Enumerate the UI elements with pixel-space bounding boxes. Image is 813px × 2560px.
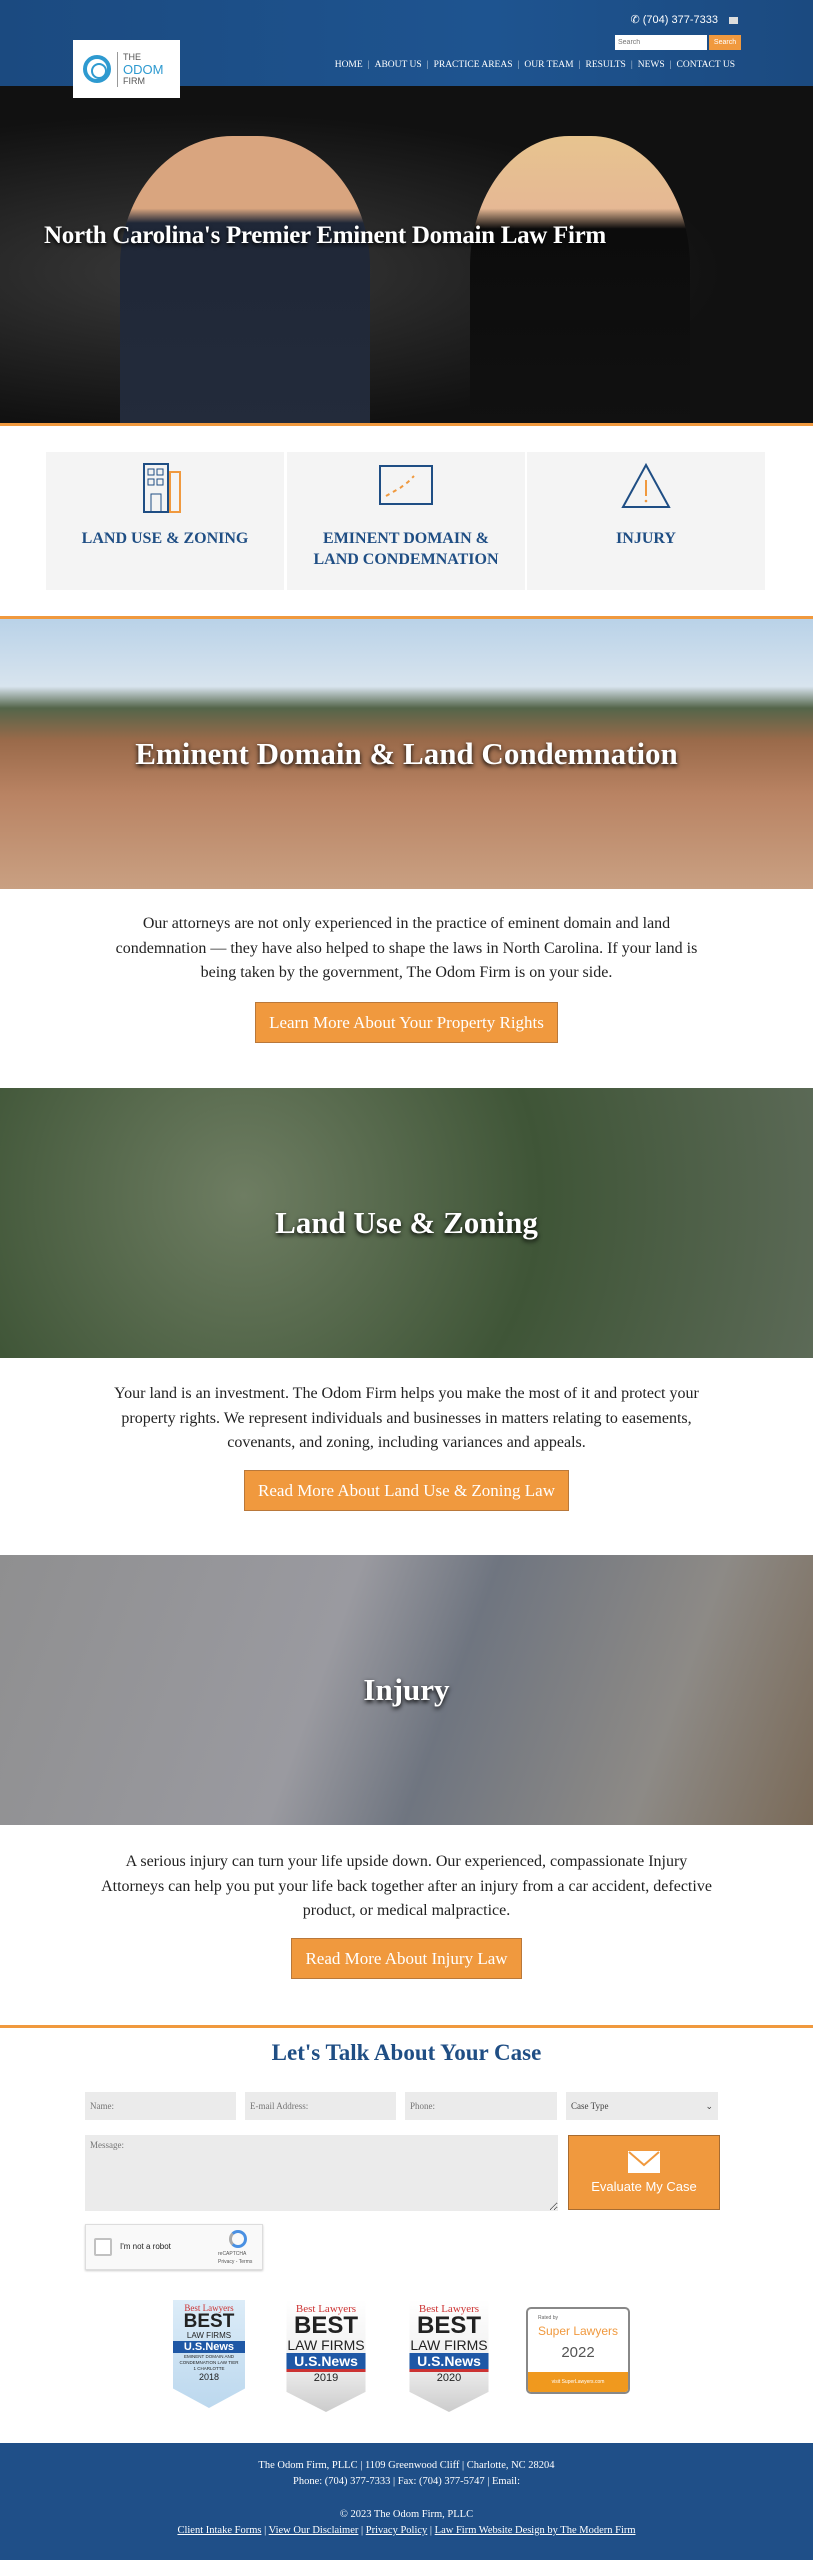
practice-card-land-use[interactable]: LAND USE & ZONING	[46, 452, 284, 590]
nav-about-us[interactable]: ABOUT US	[375, 60, 422, 70]
badge-sub: LAW FIRMS	[287, 2337, 365, 2353]
designer-link[interactable]: Law Firm Website Design by The Modern Fi…	[435, 2525, 636, 2536]
section-body: A serious injury can turn your life upsi…	[101, 1853, 712, 1919]
injury-button[interactable]: Read More About Injury Law	[291, 1938, 522, 1979]
chevron-down-icon: ⌄	[705, 2100, 713, 2111]
card-label: EMINENT DOMAIN & LAND CONDEMNATION	[313, 530, 499, 568]
logo-mark-icon	[83, 55, 111, 83]
badge-main: BEST	[293, 2312, 358, 2339]
search-button[interactable]: Search	[709, 35, 741, 50]
phone-number: (704) 377-7333	[642, 14, 718, 26]
section-title: Injury	[363, 1672, 450, 1707]
land-use-button[interactable]: Read More About Land Use & Zoning Law	[244, 1470, 569, 1511]
logo-text: THE	[123, 51, 141, 62]
envelope-icon	[628, 2151, 660, 2173]
name-input[interactable]	[85, 2092, 236, 2120]
logo-text: FIRM	[123, 75, 145, 86]
building-icon	[143, 463, 181, 513]
eminent-domain-banner: Eminent Domain & Land Condemnation	[0, 619, 813, 889]
privacy-policy-link[interactable]: Privacy Policy	[366, 2525, 428, 2536]
evaluate-case-button[interactable]: Evaluate My Case	[568, 2135, 720, 2210]
divider	[0, 423, 813, 426]
award-badge: Best Lawyers BEST LAW FIRMS U.S.News 202…	[409, 2300, 489, 2412]
recaptcha: I'm not a robot reCAPTCHA Privacy - Term…	[85, 2224, 263, 2270]
section-title: Land Use & Zoning	[275, 1205, 538, 1240]
message-textarea[interactable]	[85, 2135, 558, 2211]
badge-year: 2019	[313, 2372, 339, 2384]
badge-year: 2020	[436, 2372, 462, 2384]
super-lawyers-badge[interactable]: Rated by Super Lawyers 2022 visit SuperL…	[526, 2307, 630, 2394]
evaluate-label: Evaluate My Case	[591, 2179, 697, 2194]
badge-detail: EMINENT DOMAIN AND CONDEMNATION LAW TIER…	[179, 2354, 239, 2371]
attorney-photo	[470, 136, 690, 426]
nav-home[interactable]: HOME	[335, 60, 363, 70]
phone-input[interactable]	[405, 2092, 557, 2120]
badge-sub: LAW FIRMS	[186, 2331, 232, 2340]
award-badge: Best Lawyers BEST LAW FIRMS U.S.News 201…	[286, 2300, 366, 2412]
nav-results[interactable]: RESULTS	[586, 60, 626, 70]
nav-practice-areas[interactable]: PRACTICE AREAS	[434, 60, 513, 70]
email-input[interactable]	[245, 2092, 396, 2120]
contact-title: Let's Talk About Your Case	[271, 2040, 542, 2065]
email-icon[interactable]	[729, 17, 738, 24]
card-label: LAND USE & ZONING	[81, 530, 249, 547]
disclaimer-link[interactable]: View Our Disclaimer	[269, 2525, 359, 2536]
recaptcha-brand: reCAPTCHA	[218, 2251, 247, 2257]
recaptcha-checkbox[interactable]	[94, 2238, 112, 2256]
site-header: THEODOMFIRM ✆ (704) 377-7333 Search HOME…	[0, 0, 813, 98]
award-badge: Best Lawyers BEST LAW FIRMS U.S.News EMI…	[173, 2300, 245, 2408]
logo-text: ODOM	[123, 61, 164, 77]
footer-address: The Odom Firm, PLLC | 1109 Greenwood Cli…	[258, 2460, 555, 2471]
badge-year: 2022	[561, 2344, 595, 2361]
recaptcha-links[interactable]: Privacy - Terms	[218, 2259, 252, 2265]
card-label: INJURY	[616, 530, 676, 547]
hero-title: North Carolina's Premier Eminent Domain …	[44, 222, 606, 249]
case-type-select[interactable]: Case Type ⌄	[566, 2092, 718, 2120]
injury-banner: Injury	[0, 1555, 813, 1825]
property-rights-button[interactable]: Learn More About Your Property Rights	[255, 1002, 558, 1043]
recaptcha-label: I'm not a robot	[120, 2242, 171, 2251]
hero-banner: North Carolina's Premier Eminent Domain …	[0, 86, 813, 426]
client-intake-link[interactable]: Client Intake Forms	[177, 2525, 261, 2536]
practice-card-injury[interactable]: INJURY	[527, 452, 765, 590]
search-input[interactable]	[615, 35, 707, 50]
section-body: Your land is an investment. The Odom Fir…	[114, 1385, 699, 1451]
badge-main: BEST	[416, 2312, 481, 2339]
practice-card-eminent-domain[interactable]: EMINENT DOMAIN & LAND CONDEMNATION	[287, 452, 525, 590]
badge-brand: U.S.News	[173, 2341, 245, 2353]
logo[interactable]: THE ODOM FIRM	[73, 40, 180, 98]
main-nav: HOME | ABOUT US | PRACTICE AREAS | OUR TEAM…	[334, 60, 735, 70]
footer-copyright: © 2023 The Odom Firm, PLLC	[339, 2509, 474, 2520]
section-title: Eminent Domain & Land Condemnation	[135, 736, 678, 771]
badge-footer: visit SuperLawyers.com	[528, 2372, 628, 2392]
badge-main: Super Lawyers	[537, 2324, 619, 2338]
phone-link[interactable]: ✆ (704) 377-7333	[630, 13, 718, 26]
footer-links: Client Intake Forms | View Our Disclaime…	[177, 2525, 636, 2536]
badge-brand: U.S.News	[286, 2353, 366, 2372]
land-use-banner: Land Use & Zoning	[0, 1088, 813, 1358]
nav-news[interactable]: NEWS	[638, 60, 665, 70]
warning-icon	[621, 462, 671, 508]
divider	[0, 2025, 813, 2028]
recaptcha-logo-icon	[229, 2230, 247, 2248]
footer-contact: Phone: (704) 377-7333 | Fax: (704) 377-5…	[292, 2476, 520, 2487]
badge-top: Rated by	[538, 2315, 559, 2321]
nav-our-team[interactable]: OUR TEAM	[524, 60, 573, 70]
badge-year: 2018	[198, 2372, 220, 2382]
site-footer: The Odom Firm, PLLC | 1109 Greenwood Cli…	[0, 2443, 813, 2560]
nav-contact-us[interactable]: CONTACT US	[677, 60, 735, 70]
case-type-value: Case Type	[571, 2101, 609, 2111]
badge-main: BEST	[183, 2311, 235, 2332]
section-body: Our attorneys are not only experienced i…	[115, 915, 698, 981]
attorney-photo	[120, 136, 370, 426]
badge-sub: LAW FIRMS	[410, 2337, 488, 2353]
map-icon	[379, 465, 433, 505]
badge-brand: U.S.News	[409, 2353, 489, 2372]
